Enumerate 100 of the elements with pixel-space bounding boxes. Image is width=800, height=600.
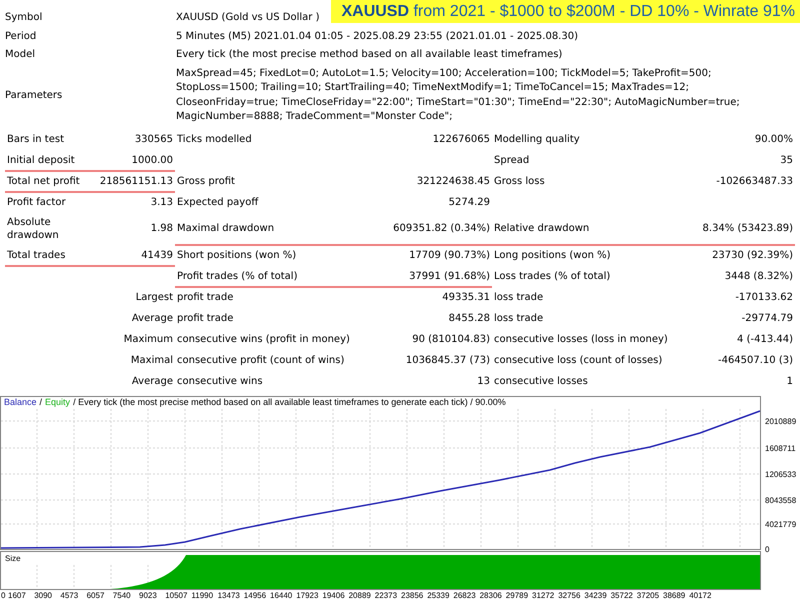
stat-value: -464507.10 (3) <box>716 354 794 368</box>
stat-label: profit trade <box>176 312 234 326</box>
panel-label: Size <box>5 554 21 563</box>
axis-label: 29789 <box>506 591 528 600</box>
stat-label: consecutive loss (count of losses) <box>493 354 664 368</box>
stat-label: loss trade <box>493 290 544 304</box>
axis-label: 1607 <box>8 591 26 600</box>
axis-label: 4573 <box>60 591 78 600</box>
stat-value: 5274.29 <box>448 196 491 210</box>
stat-value: 3448 (8.32%) <box>724 270 794 284</box>
axis-label: 3090 <box>34 591 52 600</box>
axis-label: 10507 <box>165 591 188 600</box>
stat-value: 218561151.13 <box>93 172 175 192</box>
stat-value: 35 <box>779 154 794 168</box>
axis-label: 6057 <box>86 591 104 600</box>
axis-label: 8043558 <box>765 496 796 505</box>
stat-value: -170133.62 <box>734 290 794 304</box>
field-value: MaxSpread=45; FixedLot=0; AutoLot=1.5; Velocity=100; Acceleration=100; TickModel=5; TakeProfit=500; StopLoss=1500; Trailing=10; StartTrailing=40; TimeNextModify=1; TimeToCancel=15; MaxTrades=12; CloseonFriday=true; TimeCloseFriday="22:00"; TimeStart="01:30"; TimeEnd="22:30"; AutoMagicNumber=true; MagicNumber=8888; TradeComment="Monster Code"; <box>176 66 741 124</box>
stat-value: 1.98 <box>150 222 174 236</box>
stat-label: loss trade <box>493 312 544 326</box>
field-label: Model <box>5 48 36 62</box>
stat-value: -29774.79 <box>740 312 794 326</box>
axis-label: 34239 <box>584 591 607 600</box>
axis-label: 9023 <box>139 591 157 600</box>
stat-label: Total trades <box>5 246 93 266</box>
stat-value: 330565 <box>134 132 174 146</box>
stat-label: consecutive wins <box>176 374 264 388</box>
field-label: Parameters <box>5 88 64 102</box>
axis-label: 1206533 <box>765 470 796 479</box>
stat-label: Bars in test <box>6 132 65 146</box>
stat-value: 23730 (92.39%) <box>711 248 794 262</box>
field-value: Every tick (the most precise method based on all available least timeframes) <box>176 48 564 62</box>
axis-label: 22373 <box>374 591 398 600</box>
axis-label: 0 <box>1 591 6 600</box>
axis-label: 1608711 <box>765 444 796 453</box>
axis-label: 0 <box>765 545 770 554</box>
stat-label: Loss trades (% of total) <box>493 270 612 284</box>
stat-label: consecutive wins (profit in money) <box>176 332 351 346</box>
stat-value: 13 <box>476 374 491 388</box>
stat-label: Spread <box>493 154 530 168</box>
stat-label: Relative drawdown <box>492 214 684 246</box>
field-value: 5 Minutes (M5) 2021.01.04 01:05 - 2025.08.29 23:55 (2021.01.01 - 2025.08.30) <box>176 30 579 44</box>
stat-label: Initial deposit <box>5 150 93 172</box>
legend-text: Balance <box>4 397 37 407</box>
stat-label: consecutive losses (loss in money) <box>493 332 669 346</box>
axis-label: 2010889 <box>765 417 796 426</box>
stat-value: 122676065 <box>432 132 491 146</box>
stat-value: -102663487.33 <box>715 174 794 188</box>
title-banner: XAUUSD from 2021 - $1000 to $200M - DD 10% - Winrate 91% <box>331 0 800 23</box>
axis-label: 23856 <box>401 591 424 600</box>
axis-label: 26823 <box>453 591 476 600</box>
stat-label: Maximal drawdown <box>175 214 387 246</box>
axis-label: 20889 <box>348 591 371 600</box>
stat-value: 90.00% <box>754 132 794 146</box>
stat-value: 8.34% (53423.89) <box>684 214 795 246</box>
axis-label: 37205 <box>636 591 660 600</box>
stat-value: 17709 (90.73%) <box>408 248 491 262</box>
axis-label: 4021779 <box>765 520 796 529</box>
stat-label: consecutive profit (count of wins) <box>176 354 346 368</box>
field-label: Symbol <box>5 11 44 26</box>
axis-label: 14956 <box>244 591 266 600</box>
stat-value: 1000.00 <box>93 150 175 172</box>
stat-value: 49335.31 <box>441 290 491 304</box>
stat-value: 41439 <box>93 246 175 266</box>
stat-value: 609351.82 (0.34%) <box>387 214 492 246</box>
field-label: Period <box>5 30 38 44</box>
axis-label: 32756 <box>558 591 580 600</box>
field-value: XAUUSD (Gold vs US Dollar ) <box>176 11 320 25</box>
stat-label: consecutive losses <box>493 374 589 388</box>
row-heading: Average <box>130 374 174 388</box>
stat-label: Expected payoff <box>176 196 260 210</box>
stat-value: 321224638.45 <box>416 174 491 188</box>
stat-value: 4 (-413.44) <box>736 332 794 346</box>
stat-label: Short positions (won %) <box>176 248 298 262</box>
stat-label: Profit trades (% of total) <box>175 266 387 288</box>
row-heading: Maximum <box>122 332 174 346</box>
row-heading: Maximal <box>130 354 174 368</box>
axis-label: 35722 <box>610 591 633 600</box>
stat-value: 3.13 <box>150 196 174 210</box>
row-heading: Average <box>130 312 174 326</box>
stat-value: 1 <box>786 374 794 388</box>
stat-label: Gross profit <box>176 174 236 188</box>
stat-label: Absolute drawdown <box>6 216 60 242</box>
stat-value: 8455.28 <box>448 312 491 326</box>
axis-label: 16440 <box>270 591 292 600</box>
stat-label: Total net profit <box>5 172 93 192</box>
stat-value: 90 (810104.83) <box>411 332 491 346</box>
stat-label: Modelling quality <box>493 132 581 146</box>
legend-text: Equity <box>45 397 70 407</box>
stat-label: Gross loss <box>493 174 546 188</box>
stat-value: 1036845.37 (73) <box>404 354 491 368</box>
stat-label: Profit factor <box>6 196 67 210</box>
stat-label: Ticks modelled <box>176 132 253 146</box>
legend-text: / <box>40 397 42 407</box>
axis-label: 40172 <box>689 591 712 600</box>
row-heading: Largest <box>134 290 174 304</box>
axis-label: 25339 <box>427 591 450 600</box>
axis-label: 31272 <box>532 591 554 600</box>
axis-label: 11990 <box>191 591 214 600</box>
axis-label: 17923 <box>296 591 318 600</box>
